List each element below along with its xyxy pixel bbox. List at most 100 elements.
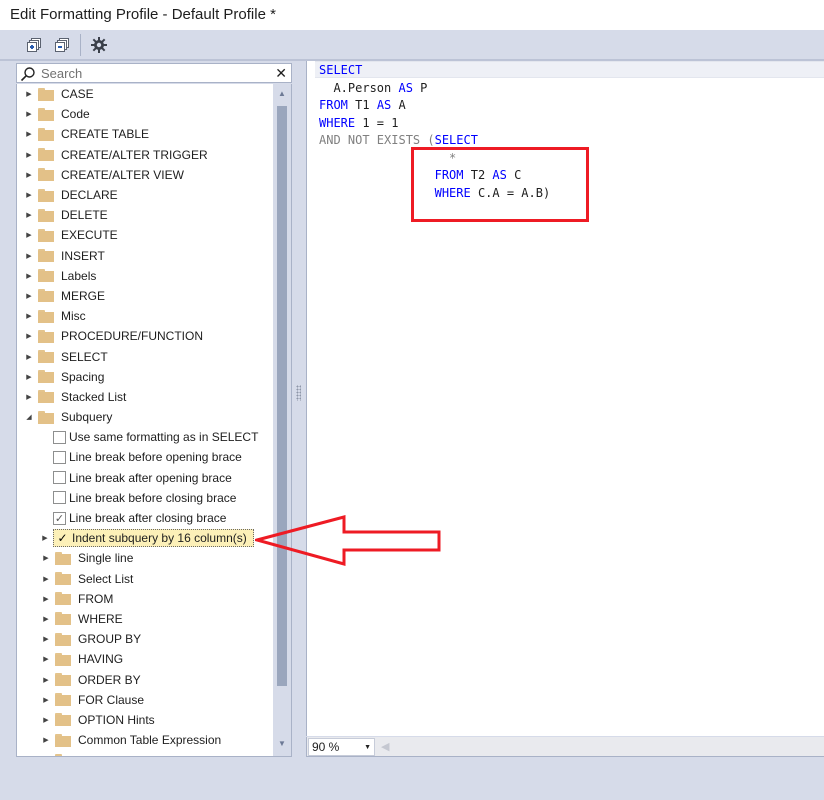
expand-arrow-icon[interactable]: ▶ xyxy=(20,353,38,361)
tree-folder-item[interactable]: ▶ Select List xyxy=(17,569,274,589)
expand-arrow-icon[interactable]: ▶ xyxy=(37,595,55,603)
tree-folder-item[interactable]: ▶ FROM xyxy=(17,589,274,609)
checkbox-unchecked[interactable] xyxy=(53,430,66,444)
expand-arrow-icon[interactable]: ▶ xyxy=(20,292,38,300)
checkbox-checked[interactable]: ✓ xyxy=(53,511,66,525)
expand-arrow-icon[interactable]: ▶ xyxy=(20,130,38,138)
tree-folder-item[interactable]: ▶ FOR Clause xyxy=(17,690,274,710)
expand-arrow-icon[interactable]: ▶ xyxy=(37,716,55,724)
tree-folder-item[interactable]: ◢ Subquery xyxy=(17,407,274,427)
expand-arrow-icon[interactable]: ▶ xyxy=(20,191,38,199)
editor-statusbar: 90 % ▼ ◀ xyxy=(306,737,824,757)
zoom-value: 90 % xyxy=(312,740,340,754)
expand-arrow-icon[interactable]: ▶ xyxy=(37,615,55,623)
settings-tree: ▶ CASE ▶ Code ▶ CREATE TABLE ▶ CREATE/ALTER TRI… xyxy=(16,84,292,757)
tree-folder-item[interactable]: ▶ CREATE TABLE xyxy=(17,124,274,144)
expand-arrow-icon[interactable]: ▶ xyxy=(37,676,55,684)
selected-option-highlight[interactable]: ✓ Indent subquery by 16 column(s) xyxy=(53,529,254,548)
tree-folder-item[interactable]: ▶ Stacked List xyxy=(17,387,274,407)
tree-folder-item[interactable]: ▶ GROUP BY xyxy=(17,629,274,649)
tree-folder-item[interactable]: ▶ DELETE xyxy=(17,205,274,225)
search-input[interactable] xyxy=(41,65,267,81)
scroll-thumb[interactable] xyxy=(277,106,287,686)
collapse-arrow-icon[interactable]: ◢ xyxy=(20,413,38,421)
settings-button[interactable] xyxy=(89,36,109,54)
tree-folder-item[interactable]: ▶ ORDER BY xyxy=(17,669,274,689)
expand-all-button[interactable] xyxy=(24,36,44,54)
zoom-dropdown[interactable]: 90 % ▼ xyxy=(308,738,375,756)
expand-arrow-icon[interactable]: ▶ xyxy=(20,373,38,381)
clear-search-icon[interactable]: ✕ xyxy=(275,65,287,82)
expand-arrow-icon[interactable]: ▶ xyxy=(37,554,55,562)
expand-arrow-icon[interactable]: ▶ xyxy=(20,211,38,219)
sql-token: A xyxy=(391,98,406,112)
checkbox-unchecked[interactable] xyxy=(53,471,66,485)
tree-folder-item[interactable]: ▶ HAVING xyxy=(17,649,274,669)
checkbox-unchecked[interactable] xyxy=(53,450,66,464)
tree-folder-item[interactable]: ▶ EXECUTE xyxy=(17,225,274,245)
expand-arrow-icon[interactable]: ▶ xyxy=(20,151,38,159)
folder-icon xyxy=(38,390,54,404)
expand-arrow-icon[interactable]: ▶ xyxy=(37,635,55,643)
folder-icon xyxy=(55,551,71,565)
expand-arrow-icon[interactable]: ▶ xyxy=(37,736,55,744)
expand-arrow-icon[interactable]: ▶ xyxy=(20,312,38,320)
tree-folder-item[interactable]: ▶ WHERE xyxy=(17,609,274,629)
folder-icon xyxy=(38,309,54,323)
expand-arrow-icon[interactable]: ▶ xyxy=(20,171,38,179)
tree-folder-item[interactable]: ▶ Spacing xyxy=(17,367,274,387)
tree-folder-item[interactable]: ▶ CREATE/ALTER TRIGGER xyxy=(17,145,274,165)
scroll-down-icon[interactable]: ▼ xyxy=(273,734,291,752)
tree-scrollbar[interactable]: ▲ ▼ xyxy=(273,84,291,756)
tree-folder-item[interactable]: ▶ INSERT xyxy=(17,246,274,266)
folder-icon xyxy=(38,289,54,303)
option-checkbox-item[interactable]: Line break after opening brace xyxy=(17,468,274,488)
tree-item-label: Select List xyxy=(78,571,134,586)
tree-folder-item[interactable]: ▶ PROCEDURE/FUNCTION xyxy=(17,326,274,346)
option-checkbox-item[interactable]: Line break before opening brace xyxy=(17,447,274,467)
panel-splitter[interactable] xyxy=(292,63,306,757)
splitter-grip-icon xyxy=(296,385,301,401)
expand-arrow-icon[interactable]: ▶ xyxy=(20,231,38,239)
option-checkbox-item[interactable]: Line break before closing brace xyxy=(17,488,274,508)
tree-folder-item[interactable]: ▶ CASE xyxy=(17,84,274,104)
scroll-left-icon[interactable]: ◀ xyxy=(381,740,389,753)
expand-arrow-icon[interactable]: ▶ xyxy=(20,332,38,340)
tree-folder-item[interactable]: ▶ SELECT xyxy=(17,346,274,366)
sql-token: A.Person xyxy=(319,80,399,95)
tree-folder-item[interactable]: ▶ OPTION Hints xyxy=(17,710,274,730)
tree-folder-item[interactable]: ▶ Misc xyxy=(17,306,274,326)
expand-arrow-icon[interactable]: ▶ xyxy=(20,90,38,98)
tree-folder-item[interactable]: ▶ Common Table Expression xyxy=(17,730,274,750)
scroll-up-icon[interactable]: ▲ xyxy=(273,84,291,102)
tree-folder-item[interactable]: ▶ DECLARE xyxy=(17,185,274,205)
expand-arrow-icon[interactable]: ▶ xyxy=(37,696,55,704)
checkbox-checked[interactable]: ✓ xyxy=(56,531,69,545)
folder-icon xyxy=(55,673,71,687)
expand-arrow-icon[interactable]: ▶ xyxy=(20,393,38,401)
expand-arrow-icon[interactable]: ▶ xyxy=(37,655,55,663)
tree-item-label: DECLARE xyxy=(61,188,118,203)
expand-arrow-icon[interactable]: ▶ xyxy=(37,534,53,542)
tree-folder-item-partial xyxy=(17,750,274,756)
option-checkbox-item[interactable]: ✓ Line break after closing brace xyxy=(17,508,274,528)
sql-preview-editor[interactable]: SELECT A.Person AS P FROM T1 AS A WHERE 1 … xyxy=(306,61,824,736)
tree-folder-item[interactable]: ▶ CREATE/ALTER VIEW xyxy=(17,165,274,185)
option-label: Line break after opening brace xyxy=(69,470,232,485)
selected-option-item[interactable]: ▶ ✓ Indent subquery by 16 column(s) xyxy=(17,528,274,548)
expand-arrow-icon[interactable]: ▶ xyxy=(20,252,38,260)
expand-arrow-icon[interactable]: ▶ xyxy=(20,110,38,118)
tree-folder-item[interactable]: ▶ Code xyxy=(17,104,274,124)
annotation-highlight-box xyxy=(411,147,589,222)
tree-folder-item[interactable]: ▶ Single line xyxy=(17,548,274,568)
tree-folder-item[interactable]: ▶ Labels xyxy=(17,266,274,286)
expand-arrow-icon[interactable]: ▶ xyxy=(37,575,55,583)
expand-arrow-icon[interactable]: ▶ xyxy=(20,272,38,280)
collapse-all-button[interactable] xyxy=(52,36,72,54)
folder-icon xyxy=(38,370,54,384)
option-checkbox-item[interactable]: Use same formatting as in SELECT xyxy=(17,427,274,447)
tree-folder-item[interactable]: ▶ MERGE xyxy=(17,286,274,306)
folder-icon xyxy=(55,753,71,756)
folder-icon xyxy=(38,107,54,121)
checkbox-unchecked[interactable] xyxy=(53,491,66,505)
